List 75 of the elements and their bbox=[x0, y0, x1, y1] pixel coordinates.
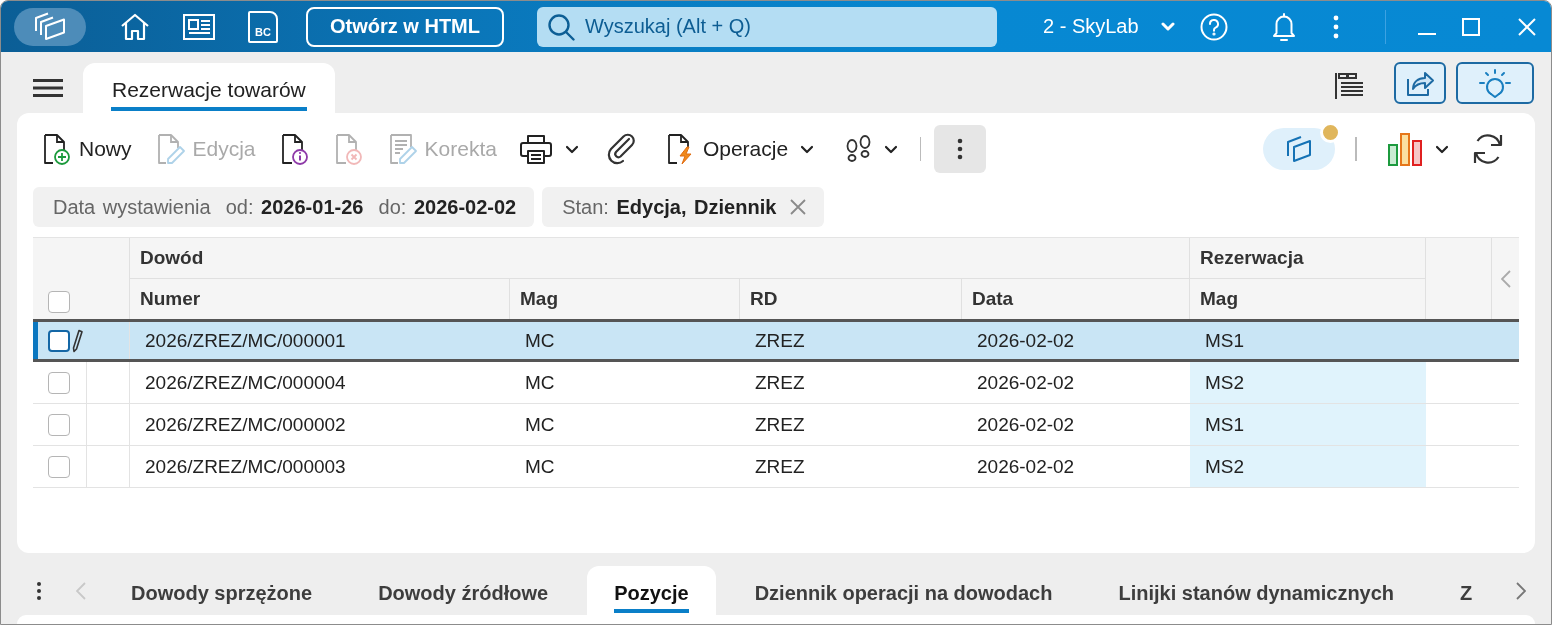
chevron-down-icon bbox=[564, 144, 579, 154]
row-checkbox[interactable] bbox=[48, 455, 70, 478]
table-cell-text: ZREZ bbox=[754, 328, 806, 353]
stacked-cards-icon bbox=[1284, 134, 1314, 164]
close-icon[interactable] bbox=[790, 199, 807, 215]
menu-icon[interactable] bbox=[33, 79, 63, 97]
table-cell-text: 2026/ZREZ/MC/000003 bbox=[144, 454, 347, 479]
kebab-menu-icon bbox=[957, 138, 964, 160]
filter-chip[interactable]: Stan: Edycja, Dziennik bbox=[542, 187, 825, 227]
tab[interactable]: Pozycje bbox=[587, 566, 716, 615]
new-button[interactable]: Nowy bbox=[40, 129, 132, 169]
bell-icon[interactable] bbox=[1271, 11, 1297, 42]
chevron-down-icon bbox=[884, 144, 899, 154]
table-cell-text: MC bbox=[524, 454, 556, 479]
table-cell: MS2 bbox=[1190, 362, 1426, 403]
maximize-icon[interactable] bbox=[1462, 17, 1480, 36]
table-cell-text: MS1 bbox=[1204, 328, 1246, 353]
bar-chart-icon bbox=[1387, 132, 1423, 166]
home-icon[interactable] bbox=[120, 12, 150, 41]
column-group-header: Rezerwacja bbox=[1190, 238, 1426, 279]
company-selector[interactable]: 2 - SkyLab bbox=[1043, 15, 1175, 38]
table-cell-text: MC bbox=[524, 370, 556, 395]
tab[interactable]: Dowody sprzężone bbox=[104, 566, 340, 615]
table-cell-text: MC bbox=[524, 328, 556, 353]
tab[interactable]: Dziennik operacji na dowodach bbox=[727, 566, 1080, 615]
table-cell: MS2 bbox=[1190, 446, 1426, 487]
search-icon bbox=[547, 12, 575, 41]
logo-button[interactable] bbox=[14, 7, 86, 46]
table-row[interactable]: 2026/ZREZ/MC/000002 MC ZREZ 2026-02-02 MS1 bbox=[33, 404, 1519, 446]
search-field[interactable]: Wyszukaj (Alt + Q) bbox=[537, 6, 997, 47]
table-row[interactable]: 2026/ZREZ/MC/000003 MC ZREZ 2026-02-02 MS2 bbox=[33, 446, 1519, 488]
tab[interactable]: Linijki stanów dynamicznych bbox=[1091, 566, 1422, 615]
list-view-icon[interactable] bbox=[1333, 72, 1365, 100]
table-cell-text: ZREZ bbox=[754, 454, 806, 479]
lightbulb-button[interactable] bbox=[1456, 62, 1534, 104]
row-checkbox[interactable] bbox=[48, 371, 70, 394]
share-icon bbox=[1405, 69, 1435, 97]
table-row[interactable]: 2026/ZREZ/MC/000001 MC ZREZ 2026-02-02 MS1 bbox=[33, 319, 1519, 362]
kebab-menu-icon[interactable] bbox=[36, 580, 42, 601]
stacked-cards-icon bbox=[33, 11, 67, 42]
operations-button[interactable]: Operacje bbox=[663, 129, 815, 169]
open-html-button[interactable]: Otwórz w HTML bbox=[306, 6, 504, 47]
column-group-header: Dowód bbox=[130, 238, 1190, 279]
table-row[interactable]: 2026/ZREZ/MC/000004 MC ZREZ 2026-02-02 MS2 bbox=[33, 362, 1519, 404]
tab[interactable]: Z bbox=[1433, 566, 1500, 615]
newspaper-icon[interactable] bbox=[182, 11, 216, 42]
filter-chip[interactable]: Data wystawienia od: 2026-01-26 do: 2026-02-02 bbox=[33, 187, 535, 227]
table-cell-text: 2026-02-02 bbox=[976, 412, 1076, 437]
table-cell-text: 2026/ZREZ/MC/000002 bbox=[144, 412, 347, 437]
table-cell-text: 2026-02-02 bbox=[976, 370, 1076, 395]
table-cell-text: 2026-02-02 bbox=[976, 328, 1076, 353]
chevron-down-icon bbox=[1160, 22, 1175, 31]
bc-button[interactable]: BC bbox=[248, 10, 278, 43]
chevron-down-icon bbox=[800, 144, 815, 154]
table-cell-text: 2026-02-02 bbox=[976, 454, 1076, 479]
table-cell-text: ZREZ bbox=[754, 412, 806, 437]
table-cell-text: MC bbox=[524, 412, 556, 437]
table-cell-text: ZREZ bbox=[754, 370, 806, 395]
table-cell: MS1 bbox=[1190, 404, 1426, 445]
pencil-icon bbox=[72, 328, 83, 353]
share-button[interactable] bbox=[1394, 62, 1446, 104]
row-checkbox[interactable] bbox=[48, 413, 70, 436]
table-cell-text: 2026/ZREZ/MC/000001 bbox=[144, 328, 347, 353]
tab[interactable]: Rezerwacje towarów bbox=[83, 63, 335, 113]
table-cell-text: 2026/ZREZ/MC/000004 bbox=[144, 370, 347, 395]
printer-icon bbox=[518, 133, 553, 165]
lightbulb-icon bbox=[1478, 68, 1512, 98]
select-all-checkbox[interactable] bbox=[48, 291, 70, 313]
tab[interactable]: Dowody źródłowe bbox=[351, 566, 576, 615]
help-icon[interactable] bbox=[1200, 12, 1228, 41]
paperclip-icon[interactable] bbox=[606, 133, 636, 165]
chevron-right-icon[interactable] bbox=[1516, 581, 1526, 600]
row-checkbox[interactable] bbox=[48, 329, 70, 352]
refresh-icon[interactable] bbox=[1471, 132, 1505, 166]
chevron-down-icon bbox=[1435, 144, 1449, 154]
